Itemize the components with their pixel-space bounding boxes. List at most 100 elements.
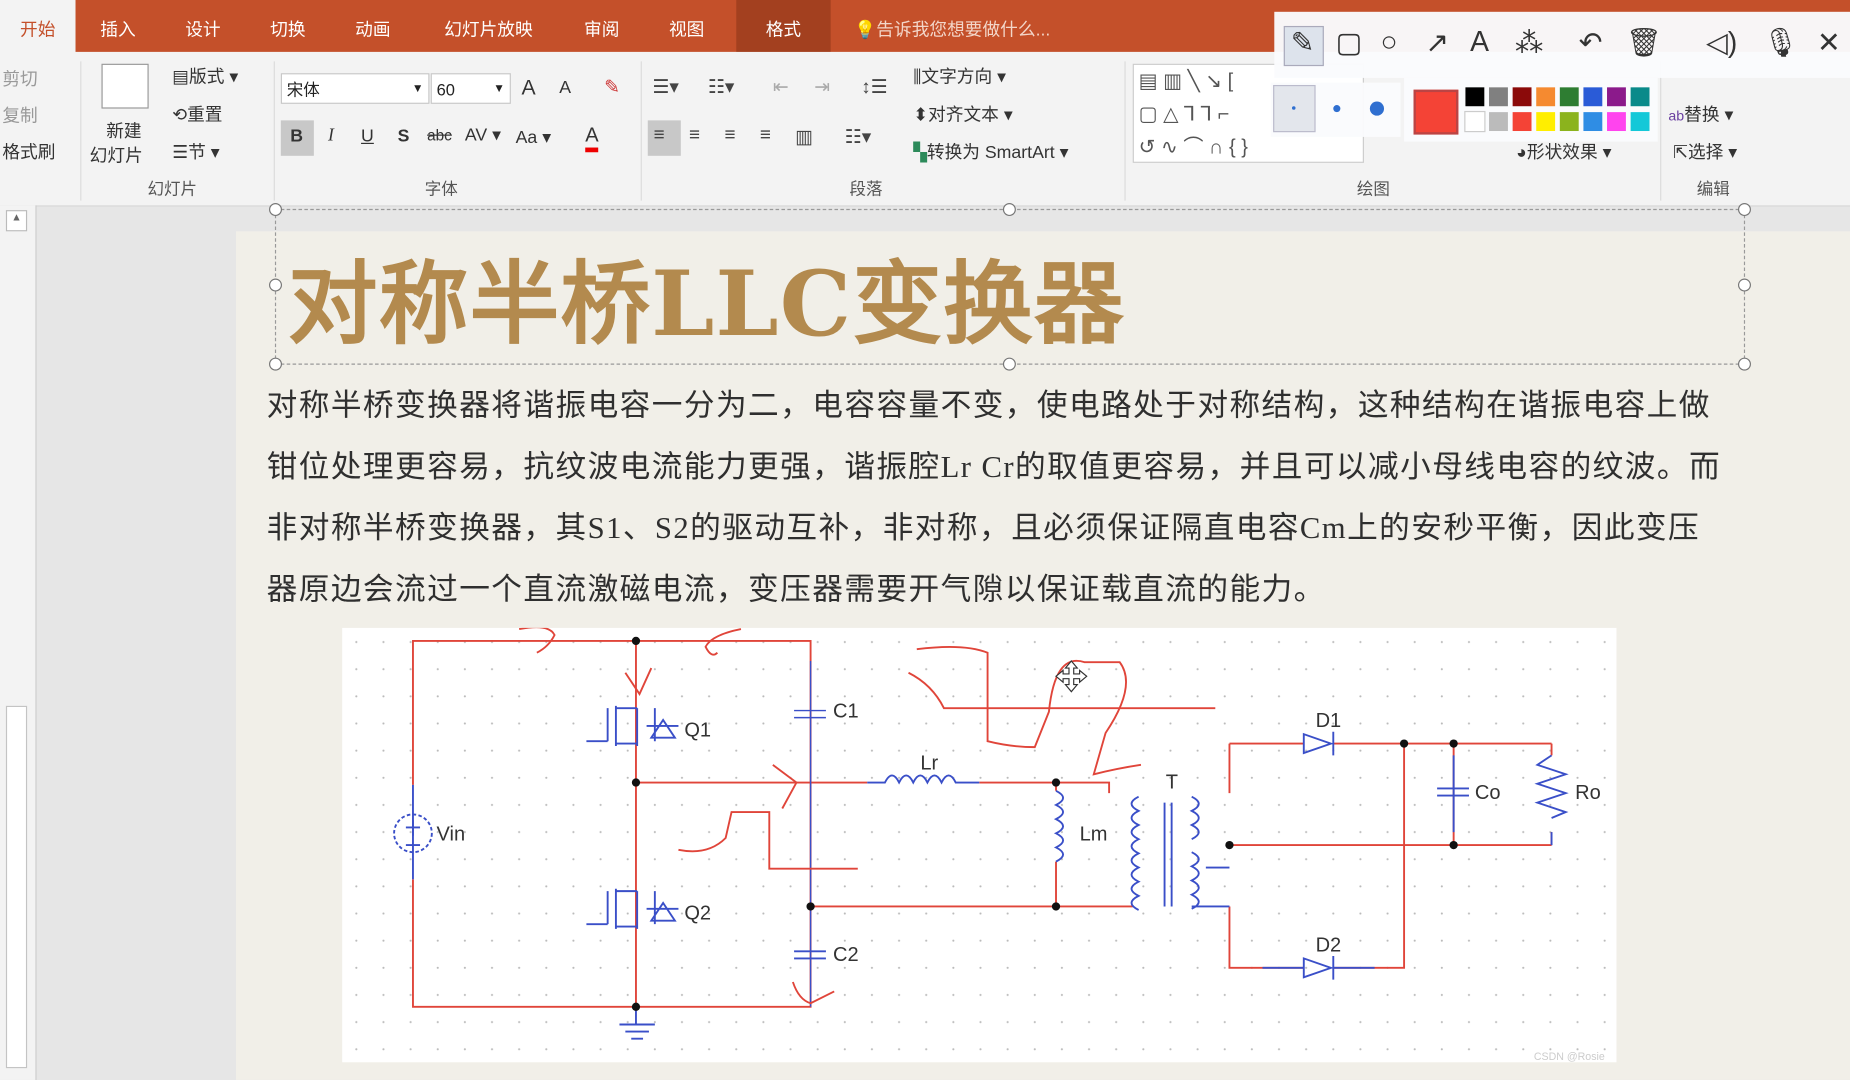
format-painter-button[interactable]: 格式刷 (2, 139, 55, 164)
columns-icon[interactable]: ☷▾ (845, 125, 871, 149)
pen-toolbar: ✎ ▢ ○ ↗ A ⁂ ↶ 🗑 ◁) 🎙 ✕ (1274, 11, 1850, 78)
numbering-icon[interactable]: ☷▾ (708, 76, 734, 100)
tell-me-box[interactable]: 💡告诉我您想要做什么... (854, 0, 1050, 52)
shrink-font-button[interactable]: A (559, 78, 571, 98)
arrow-icon[interactable]: ↗ (1425, 26, 1449, 60)
circle-icon[interactable]: ○ (1380, 26, 1397, 59)
color-swatch[interactable] (1583, 112, 1603, 132)
text-icon[interactable]: A (1470, 26, 1489, 59)
tab-slideshow[interactable]: 幻灯片放映 (427, 0, 550, 52)
pencil-icon[interactable]: ✎ (1291, 26, 1315, 60)
color-swatch[interactable] (1489, 87, 1508, 107)
pen-palette (1270, 77, 1658, 142)
cut-button[interactable]: 剪切 (2, 66, 37, 91)
color-swatch[interactable] (1607, 87, 1626, 107)
pen-size-large[interactable] (1369, 101, 1385, 116)
color-swatch[interactable] (1559, 112, 1579, 132)
distributed-icon[interactable]: ▥ (795, 125, 813, 149)
label-lr: Lr (920, 753, 938, 775)
new-slide-icon (101, 63, 149, 109)
scroll-up-button[interactable]: ▲ (5, 210, 28, 232)
copy-button[interactable]: 复制 (2, 103, 37, 128)
color-swatch[interactable] (1559, 87, 1579, 107)
color-swatch[interactable] (1512, 112, 1532, 132)
decrease-indent-icon[interactable]: ⇤ (773, 76, 789, 100)
font-color-button[interactable]: A (585, 124, 599, 153)
shape-effects-icon: ◕ (1516, 142, 1527, 163)
reset-button[interactable]: ⟲重置 (172, 102, 222, 127)
layout-icon: ▤ (172, 67, 190, 88)
char-spacing-button[interactable]: AV ▾ (465, 124, 501, 145)
bold-button[interactable]: B (290, 126, 303, 146)
color-swatch[interactable] (1630, 112, 1650, 132)
pen-size-medium[interactable] (1333, 105, 1341, 113)
font-name-select[interactable]: 宋体 ▼ (280, 73, 430, 104)
font-size-select[interactable]: 60 ▼ (430, 73, 511, 104)
tab-design[interactable]: 设计 (172, 0, 233, 52)
circuit-diagram: Q1 Q2 C1 C2 Vin Lr Lm T D1 D2 Co Ro CSDN… (342, 626, 1617, 1063)
slide-title[interactable]: 对称半桥LLC变换器 (288, 231, 1125, 361)
select-button[interactable]: ⇱选择 ▾ (1673, 139, 1737, 164)
selected-color-swatch[interactable] (1413, 89, 1459, 135)
tab-view[interactable]: 视图 (656, 0, 717, 52)
align-left-icon[interactable]: ≡ (654, 125, 665, 146)
tab-animations[interactable]: 动画 (342, 0, 403, 52)
label-d1: D1 (1316, 710, 1342, 732)
replace-button[interactable]: ab替换 ▾ (1668, 102, 1733, 127)
slide-body-text[interactable]: 对称半桥变换器将谐振电容一分为二，电容容量不变，使电路处于对称结构，这种结构在谐… (267, 375, 1730, 621)
section-button[interactable]: ☰节 ▾ (172, 139, 219, 164)
italic-button[interactable]: I (328, 126, 334, 146)
clear-formatting-icon[interactable]: ✎ (604, 76, 620, 100)
color-swatch[interactable] (1489, 112, 1508, 132)
scrollbar-thumb[interactable] (5, 705, 28, 1069)
group-label-slides: 幻灯片 (147, 179, 198, 199)
speaker-icon[interactable]: ◁) (1706, 26, 1737, 60)
align-text-button[interactable]: ⬍对齐文本 ▾ (913, 102, 1012, 127)
label-lm: Lm (1080, 823, 1108, 845)
label-c2: C2 (833, 944, 859, 966)
new-slide-label[interactable]: 幻灯片 (90, 143, 143, 168)
trash-icon[interactable]: 🗑 (1626, 26, 1662, 60)
tab-transitions[interactable]: 切换 (257, 0, 318, 52)
increase-indent-icon[interactable]: ⇥ (814, 76, 830, 100)
group-label-font: 字体 (424, 179, 458, 199)
rectangle-icon[interactable]: ▢ (1336, 26, 1363, 60)
color-swatch[interactable] (1630, 87, 1650, 107)
shape-effects-button[interactable]: ◕形状效果 ▾ (1516, 139, 1611, 164)
tab-home[interactable]: 开始 (0, 0, 76, 55)
close-icon[interactable]: ✕ (1817, 26, 1841, 60)
magic-wand-icon[interactable]: ⁂ (1515, 26, 1543, 60)
text-direction-button[interactable]: ⫼文字方向 ▾ (913, 64, 1006, 89)
change-case-button[interactable]: Aa ▾ (516, 126, 551, 147)
align-center-icon[interactable]: ≡ (689, 125, 700, 146)
tab-review[interactable]: 审阅 (571, 0, 632, 52)
undo-icon[interactable]: ↶ (1579, 26, 1603, 60)
align-right-icon[interactable]: ≡ (724, 125, 735, 146)
grow-font-button[interactable]: A (522, 76, 536, 101)
tab-format[interactable]: 格式 (736, 0, 831, 52)
strikethrough-button[interactable]: abc (427, 126, 452, 144)
group-label-drawing: 绘图 (1356, 179, 1390, 199)
color-swatch[interactable] (1536, 112, 1556, 132)
justify-icon[interactable]: ≡ (760, 125, 771, 146)
dot-small-icon (1291, 106, 1296, 110)
line-spacing-icon[interactable]: ↕☰ (861, 76, 887, 100)
color-swatch[interactable] (1512, 87, 1532, 107)
color-swatch[interactable] (1465, 87, 1485, 107)
circuit-svg: Q1 Q2 C1 C2 Vin Lr Lm T D1 D2 Co Ro CSDN… (342, 626, 1617, 1063)
color-swatch[interactable] (1536, 87, 1556, 107)
underline-button[interactable]: U (361, 126, 374, 146)
lightbulb-icon: 💡 (854, 20, 877, 41)
smartart-button[interactable]: ▚转换为 SmartArt ▾ (913, 139, 1068, 164)
new-slide-button[interactable]: 新建 (106, 118, 141, 143)
color-swatch[interactable] (1583, 87, 1603, 107)
group-label-paragraph: 段落 (849, 179, 883, 199)
shadow-button[interactable]: S (398, 126, 410, 146)
tab-insert[interactable]: 插入 (87, 0, 148, 52)
microphone-icon[interactable]: 🎙 (1763, 26, 1799, 60)
label-vin: Vin (437, 823, 466, 845)
bullets-icon[interactable]: ☰▾ (652, 76, 678, 100)
color-swatch[interactable] (1464, 110, 1486, 133)
layout-button[interactable]: ▤版式 ▾ (172, 64, 238, 89)
color-swatch[interactable] (1607, 112, 1626, 132)
